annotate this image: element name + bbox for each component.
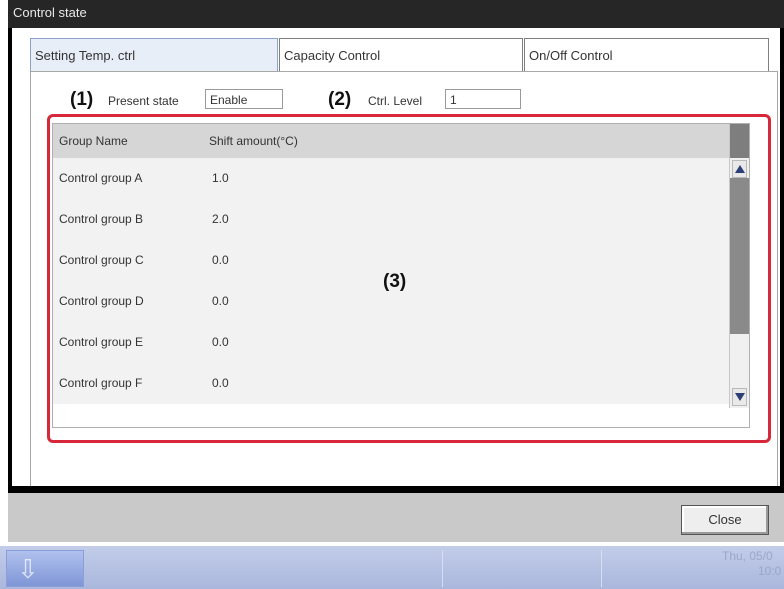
table-scrollbar[interactable] xyxy=(729,124,749,408)
taskbar-date: Thu, 05/0 xyxy=(722,549,773,563)
taskbar: ⇩ Thu, 05/0 10:0 xyxy=(0,546,784,589)
shift-amount-cell: 0.0 xyxy=(212,294,229,308)
taskbar-button[interactable]: ⇩ xyxy=(6,550,84,587)
triangle-up-icon xyxy=(734,165,745,173)
window-bottom-bar: Close xyxy=(8,493,784,542)
ctrl-level-field: 1 xyxy=(445,89,521,109)
taskbar-time: 10:0 xyxy=(758,564,782,578)
tab-capacity-control[interactable]: Capacity Control xyxy=(279,38,523,72)
taskbar-separator xyxy=(601,550,602,587)
group-name-cell: Control group B xyxy=(59,212,144,226)
shift-amount-cell: 1.0 xyxy=(212,171,229,185)
group-name-cell: Control group D xyxy=(59,294,144,308)
table-row[interactable]: Control group F 0.0 xyxy=(53,363,729,404)
column-header-shift-amount: Shift amount(°C) xyxy=(209,134,298,148)
scrollbar-thumb[interactable] xyxy=(730,178,749,334)
annotation-2: (2) xyxy=(328,89,352,110)
table-empty-area xyxy=(53,404,749,427)
triangle-down-icon xyxy=(734,393,745,401)
present-state-field: Enable xyxy=(205,89,283,109)
shift-amount-cell: 0.0 xyxy=(212,335,229,349)
group-name-cell: Control group A xyxy=(59,171,143,185)
control-state-window: Control state Setting Temp. ctrl Capacit… xyxy=(8,0,784,542)
group-name-cell: Control group F xyxy=(59,376,143,390)
arrow-down-icon: ⇩ xyxy=(17,554,39,584)
table-row[interactable]: Control group B 2.0 xyxy=(53,199,729,240)
group-name-cell: Control group C xyxy=(59,253,144,267)
present-state-label: Present state xyxy=(108,94,179,108)
tab-setting-temp-ctrl[interactable]: Setting Temp. ctrl xyxy=(30,38,278,72)
shift-amount-cell: 0.0 xyxy=(212,376,229,390)
shift-amount-cell: 0.0 xyxy=(212,253,229,267)
window-title: Control state xyxy=(8,0,784,28)
ctrl-level-label: Ctrl. Level xyxy=(368,94,423,108)
taskbar-separator xyxy=(442,550,443,587)
close-button[interactable]: Close xyxy=(681,505,769,535)
table-row[interactable]: Control group A 1.0 xyxy=(53,158,729,199)
scroll-up-button[interactable] xyxy=(732,160,747,178)
scrollbar-header-cap xyxy=(730,124,749,158)
annotation-1: (1) xyxy=(70,89,94,110)
shift-amount-cell: 2.0 xyxy=(212,212,229,226)
table-row[interactable]: Control group E 0.0 xyxy=(53,322,729,363)
table-header: Group Name Shift amount(°C) xyxy=(53,124,729,158)
annotation-3: (3) xyxy=(383,271,407,292)
tab-on-off-control[interactable]: On/Off Control xyxy=(524,38,769,72)
scroll-down-button[interactable] xyxy=(732,388,747,406)
group-name-cell: Control group E xyxy=(59,335,144,349)
window-client-area: Setting Temp. ctrl Capacity Control On/O… xyxy=(12,28,780,486)
column-header-group-name: Group Name xyxy=(59,134,128,148)
